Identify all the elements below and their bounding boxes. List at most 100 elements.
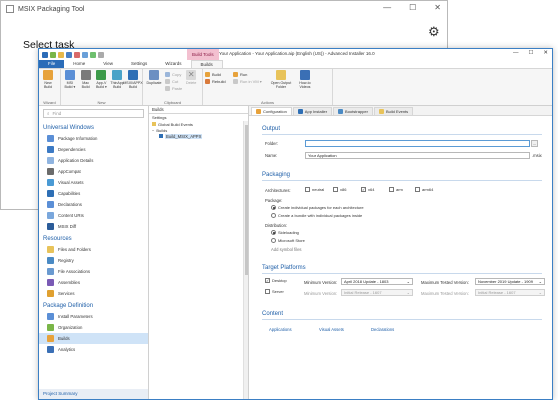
run-in-vm-button[interactable]: Run in VM ▾ [233,78,267,84]
checkbox-box[interactable] [265,289,270,294]
nav-item-analytics[interactable]: Analytics [39,344,148,355]
customize-icon[interactable] [98,51,104,58]
radio-sideloading[interactable]: Sideloading [271,230,299,235]
ai-window-title: Your Application - Your Application.aip … [219,51,375,56]
app-logo-icon [42,51,48,58]
platform-server-checkbox[interactable]: Server [265,289,284,294]
arch-arm64-checkbox[interactable]: arm64 [415,187,433,192]
radio-bundle[interactable]: Create a bundle with individual packages… [271,213,362,218]
tab-file[interactable]: File [39,60,65,68]
add-symbol-files-option[interactable]: Add symbol files [271,247,302,252]
rebuild-button[interactable]: Rebuild [205,78,231,84]
server-min-version-dropdown[interactable]: Initial Release - 1607 ⌄ [341,289,413,296]
browse-folder-button[interactable]: … [531,140,538,147]
tab-builds[interactable]: Builds [190,60,223,68]
close-icon[interactable]: ✕ [543,50,548,56]
run-button[interactable]: Run [233,71,267,77]
build-icon [205,71,210,77]
nav-item-services[interactable]: Services [39,288,148,299]
platform-desktop-checkbox[interactable]: ✓ Desktop [265,278,287,283]
cut-button[interactable]: Cut [165,78,182,84]
maximize-icon[interactable]: ☐ [528,50,533,56]
nav-item-dependencies[interactable]: Dependencies [39,144,148,155]
tree-scrollbar[interactable] [243,121,248,399]
name-input[interactable]: Your Application [305,152,530,159]
checkbox-box[interactable] [305,187,310,192]
build-button[interactable]: Build [205,71,231,77]
arch-x64-checkbox[interactable]: ✓ x64 [361,187,374,192]
scrollbar-thumb[interactable] [245,125,248,275]
nav-item-builds[interactable]: Builds [39,333,148,344]
nav-item-install-parameters[interactable]: Install Parameters [39,311,148,322]
packaging-divider [262,180,542,181]
open-icon[interactable] [58,51,64,58]
folder-input[interactable] [305,140,530,147]
chevron-down-icon: ⌄ [406,290,410,295]
content-uris-icon [47,212,54,219]
declarations-link[interactable]: Declarations [371,327,394,332]
redo-icon[interactable] [82,51,88,58]
desktop-max-version-dropdown[interactable]: November 2019 Update - 1909 ⌄ [475,278,545,285]
duplicate-icon [149,70,159,80]
close-icon[interactable]: ✕ [434,3,441,12]
copy-button[interactable]: Copy [165,71,182,77]
tab-view[interactable]: View [94,60,122,68]
nav-item-msix-diff[interactable]: MSIX Diff [39,221,148,232]
tab-build-events[interactable]: Build Events [373,107,414,115]
radio-selected[interactable] [271,230,276,235]
radio-individual-packages[interactable]: Create individual packages for each arch… [271,205,364,210]
msix-build-icon [159,134,163,138]
undo-icon[interactable] [74,51,80,58]
nav-item-appcompat[interactable]: AppCompat [39,166,148,177]
chevron-down-icon: ⌄ [538,279,542,284]
tab-settings[interactable]: Settings [122,60,156,68]
desktop-min-version-dropdown[interactable]: April 2018 Update - 1803 ⌄ [341,278,413,285]
checkmark-icon[interactable]: ✓ [361,187,366,192]
applications-link[interactable]: Applications [269,327,292,332]
find-input[interactable]: ⌕ Find [43,109,144,118]
radio-unselected[interactable] [271,238,276,243]
project-summary-link[interactable]: Project Summary [39,389,148,399]
checkbox-box[interactable] [415,187,420,192]
nav-item-registry[interactable]: Registry [39,255,148,266]
nav-item-capabilities[interactable]: Capabilities [39,188,148,199]
save-icon[interactable] [66,51,72,58]
nav-item-file-associations[interactable]: File Associations [39,266,148,277]
radio-unselected[interactable] [271,213,276,218]
nav-item-files-and-folders[interactable]: Files and Folders [39,244,148,255]
radio-selected[interactable] [271,205,276,210]
nav-item-application-details[interactable]: Application Details [39,155,148,166]
server-max-version-dropdown[interactable]: Initial Release - 1607 ⌄ [475,289,545,296]
nav-item-package-information[interactable]: Package Information [39,133,148,144]
msix-app-icon [6,5,14,13]
tab-configuration[interactable]: Configuration [251,107,292,115]
paste-button[interactable]: Paste [165,85,182,91]
arch-arm-checkbox[interactable]: arm [389,187,403,192]
appcompat-icon [47,168,54,175]
arch-neutral-checkbox[interactable]: neutral [305,187,324,192]
tab-app-installer[interactable]: App Installer [292,107,333,115]
tree-row-build-msix-appx[interactable]: Build_MSIX_APPX [149,133,248,139]
checkbox-box[interactable] [333,187,338,192]
nav-item-content-uris[interactable]: Content URIs [39,210,148,221]
checkbox-box[interactable] [389,187,394,192]
radio-microsoft-store[interactable]: Microsoft Store [271,238,305,243]
tab-wizards[interactable]: Wizards [156,60,190,68]
tab-bootstrapper[interactable]: Bootstrapper [333,107,373,115]
nav-item-organization[interactable]: Organization [39,322,148,333]
maximize-icon[interactable]: ☐ [409,3,416,12]
new-icon[interactable] [50,51,56,58]
tab-home[interactable]: Home [64,60,94,68]
gear-icon[interactable]: ⚙ [428,24,440,40]
minimize-icon[interactable]: — [383,3,391,12]
minimize-icon[interactable]: — [513,50,519,56]
build-icon[interactable] [90,51,96,58]
nav-item-assemblies[interactable]: Assemblies [39,277,148,288]
folder-icon [47,246,54,253]
arch-x86-checkbox[interactable]: x86 [333,187,346,192]
visual-assets-link[interactable]: Visual Assets [319,327,344,332]
checkmark-icon[interactable]: ✓ [265,278,270,283]
output-divider [262,134,542,135]
nav-item-declarations[interactable]: Declarations [39,199,148,210]
nav-item-visual-assets[interactable]: Visual Assets [39,177,148,188]
